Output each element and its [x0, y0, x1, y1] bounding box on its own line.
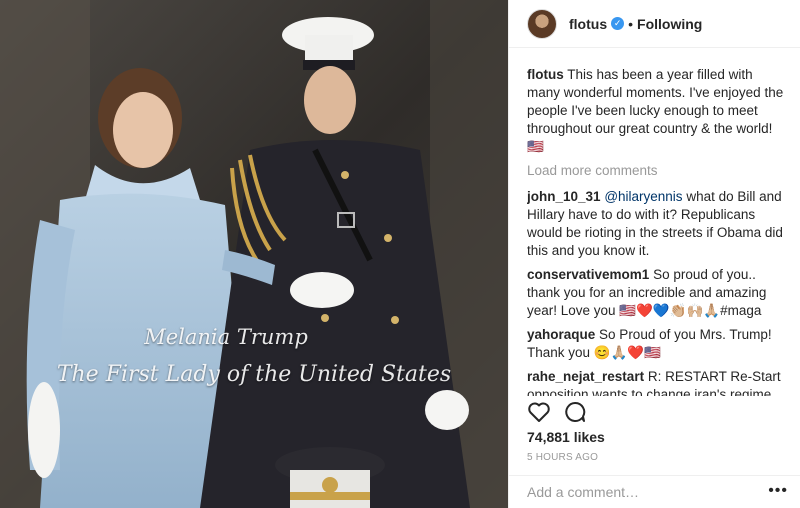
post-timestamp[interactable]: 5 HOURS AGO — [527, 452, 598, 463]
caption-username[interactable]: flotus — [527, 67, 564, 82]
avatar[interactable] — [527, 8, 557, 39]
comment-username[interactable]: john_10_31 — [527, 189, 601, 204]
load-more-comments-button[interactable]: Load more comments — [527, 162, 789, 180]
verified-badge-icon: ✓ — [611, 17, 625, 30]
comments-list[interactable]: flotus This has been a year filled with … — [527, 66, 789, 396]
comment-username[interactable]: conservativemom1 — [527, 267, 649, 282]
comment-item: rahe_nejat_restart R: RESTART Re-Start o… — [527, 368, 789, 396]
photo-illustration — [0, 0, 508, 508]
post-photo[interactable]: Melania Trump The First Lady of the Unit… — [0, 0, 508, 508]
more-options-icon[interactable]: ••• — [768, 482, 788, 500]
comment-item: john_10_31 @hilaryennis what do Bill and… — [527, 188, 789, 260]
heart-icon[interactable] — [527, 401, 551, 423]
photo-caption-title: The First Lady of the United States — [56, 362, 452, 387]
post-sidebar: flotus ✓ • Following flotus This has bee… — [508, 0, 800, 508]
comment-username[interactable]: rahe_nejat_restart — [527, 369, 644, 384]
add-comment-bar — [509, 475, 800, 508]
post-header: flotus ✓ • Following — [509, 0, 800, 48]
comment-username[interactable]: yahoraque — [527, 327, 595, 342]
post-caption: flotus This has been a year filled with … — [527, 66, 789, 156]
header-separator: • — [628, 15, 634, 32]
add-comment-input[interactable] — [527, 484, 747, 500]
header-username[interactable]: flotus — [569, 16, 607, 32]
following-button[interactable]: Following — [637, 16, 702, 32]
photo-caption-name: Melania Trump — [144, 325, 308, 349]
comment-item: conservativemom1 So proud of you.. thank… — [527, 266, 789, 320]
comment-mention[interactable]: @hilaryennis — [604, 189, 682, 204]
like-count[interactable]: 74,881 likes — [527, 429, 605, 445]
instagram-post: Melania Trump The First Lady of the Unit… — [0, 0, 800, 508]
caption-text: This has been a year filled with many wo… — [527, 67, 784, 154]
comment-item: yahoraque So Proud of you Mrs. Trump! Th… — [527, 326, 789, 362]
post-actions — [527, 400, 599, 424]
comment-icon[interactable] — [563, 401, 587, 423]
